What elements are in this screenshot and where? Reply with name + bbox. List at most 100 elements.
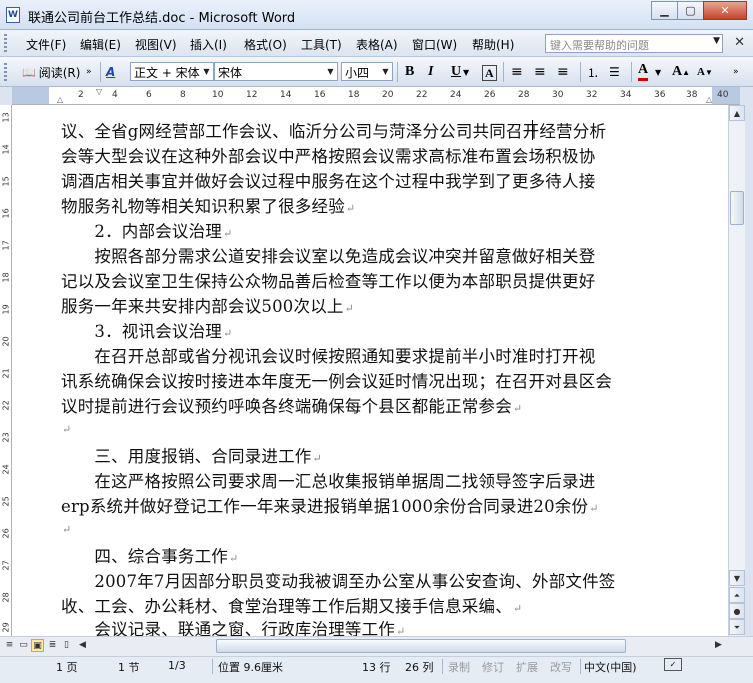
menu-help[interactable]: 帮助(H) — [472, 36, 514, 53]
vruler-number: 14 — [1, 144, 11, 155]
numbered-list-icon[interactable]: ⒈ — [587, 62, 599, 82]
character-border-button[interactable]: A — [482, 65, 497, 81]
scroll-down-button[interactable]: ▼ — [729, 570, 745, 586]
text-line[interactable]: 记以及会议室卫生保持公众物品善后检查等工作以便为本部职员提供更好 — [61, 268, 596, 294]
hanging-indent-icon[interactable]: △ — [57, 95, 63, 104]
status-record[interactable]: 录制 — [448, 659, 470, 675]
text-line[interactable]: 议、全省g网经营部工作会议、临沂分公司与菏泽分公司共同召开经营分析 — [61, 118, 607, 144]
next-page-button[interactable]: ⏷ — [729, 619, 745, 635]
reading-layout-button[interactable]: 📖 阅读(R) — [22, 62, 80, 82]
reading-view-icon[interactable]: ▯ — [60, 639, 73, 652]
toolbar-gripper-icon[interactable] — [4, 63, 7, 81]
vertical-scrollbar[interactable]: ▲ ▼ ⏶ ● ⏷ — [728, 105, 745, 636]
align-center-icon[interactable]: ≡ — [534, 62, 546, 82]
chevron-down-icon[interactable]: ▼ — [201, 64, 212, 79]
scroll-up-button[interactable]: ▲ — [729, 105, 745, 121]
vertical-scroll-thumb[interactable] — [730, 191, 744, 225]
chevron-down-icon[interactable]: ▼ — [325, 64, 336, 79]
status-column[interactable]: 26 列 — [405, 659, 434, 675]
bullet-list-icon[interactable]: ☰ — [609, 62, 620, 82]
toolbar-overflow-icon[interactable]: » — [86, 62, 92, 82]
status-page[interactable]: 1 页 — [56, 659, 78, 675]
status-line[interactable]: 13 行 — [362, 659, 391, 675]
horizontal-scroll-thumb[interactable] — [216, 639, 626, 653]
status-language[interactable]: 中文(中国) — [584, 659, 637, 675]
vertical-ruler[interactable]: 13 14 15 16 17 18 19 20 21 22 23 24 25 2… — [0, 105, 12, 636]
align-right-icon[interactable]: ≡ — [557, 62, 569, 82]
text-line[interactable]: 会等大型会议在这种外部会议中严格按照会议需求高标准布置会场积极协 — [61, 143, 596, 169]
text-line[interactable]: erp系统并做好登记工作一年来录进报销单据1000余份合同录进20余份↵ — [61, 493, 599, 519]
text-line[interactable]: ↵ — [61, 418, 71, 444]
text-line[interactable]: 议时提前进行会议预约呼唤各终端确保每个县区都能正常参会↵ — [61, 393, 522, 419]
line-text: 会议记录、联通之窗、行政库治理等工作 — [61, 620, 395, 636]
style-combo[interactable]: 正文 + 宋体 ▼ — [130, 62, 214, 81]
font-combo[interactable]: 宋体 ▼ — [214, 62, 338, 81]
text-line[interactable]: 2007年7月因部分职员变动我被调至办公室从事公安查询、外部文件签 — [61, 568, 617, 594]
text-line[interactable]: 三、用度报销、合同录进工作↵ — [61, 443, 322, 469]
maximize-button[interactable]: ▢ — [677, 1, 704, 20]
spelling-check-icon[interactable]: ✓ — [664, 658, 682, 671]
styles-pane-icon[interactable]: A — [106, 62, 115, 82]
line-text: 服务一年来共安排内部会议500次以上 — [61, 297, 344, 316]
text-line[interactable]: 在这严格按照公司要求周一汇总收集报销单据周二找领导签字后录进 — [61, 468, 596, 494]
previous-page-button[interactable]: ⏶ — [729, 587, 745, 603]
document-page[interactable]: 议、全省g网经营部工作会议、临沂分公司与菏泽分公司共同召开经营分析 会等大型会议… — [12, 105, 728, 636]
menu-edit[interactable]: 编辑(E) — [80, 36, 121, 53]
shrink-font-label: A — [697, 66, 705, 78]
minimize-button[interactable]: ▁ — [651, 1, 678, 20]
status-page-of[interactable]: 1/3 — [168, 659, 186, 672]
text-line[interactable]: 物服务礼物等相关知识积累了很多经验↵ — [61, 193, 355, 219]
word-app-icon[interactable]: W — [6, 7, 20, 23]
normal-view-icon[interactable]: ≡ — [3, 639, 16, 652]
text-line[interactable]: 3．视讯会议治理↵ — [61, 318, 232, 344]
menu-table[interactable]: 表格(A) — [356, 36, 398, 53]
web-view-icon[interactable]: ▭ — [17, 639, 30, 652]
bold-button[interactable]: B — [405, 62, 414, 82]
menu-view[interactable]: 视图(V) — [135, 36, 177, 53]
menu-file[interactable]: 文件(F) — [26, 36, 66, 53]
status-position[interactable]: 位置 9.6厘米 — [218, 659, 283, 675]
status-section[interactable]: 1 节 — [118, 659, 140, 675]
first-line-indent-icon[interactable]: ▽ — [96, 87, 102, 96]
toolbar-overflow-icon[interactable]: » — [733, 62, 739, 82]
status-overtype[interactable]: 改写 — [550, 659, 572, 675]
text-line[interactable]: 会议记录、联通之窗、行政库治理等工作↵ — [61, 616, 405, 636]
grow-font-button[interactable]: A ▲ — [672, 62, 690, 82]
italic-button[interactable]: I — [428, 62, 433, 82]
menu-window[interactable]: 窗口(W) — [412, 36, 457, 53]
menu-insert[interactable]: 插入(I) — [190, 36, 227, 53]
font-size-combo[interactable]: 小四 ▼ — [341, 62, 393, 81]
align-justify-icon[interactable]: ≡ — [511, 62, 523, 82]
menu-gripper-icon[interactable] — [4, 34, 7, 52]
status-track[interactable]: 修订 — [482, 659, 504, 675]
help-search-input[interactable]: 键入需要帮助的问题 ▼ — [545, 34, 723, 53]
outline-view-icon[interactable]: ≣ — [46, 639, 59, 652]
document-close-icon[interactable]: ✕ — [734, 35, 745, 50]
chevron-down-icon[interactable]: ▼ — [713, 36, 720, 46]
text-line[interactable]: 按照各部分需求公道安排会议室以免造成会议冲突并留意做好相关登 — [61, 243, 596, 269]
text-line[interactable]: 2．内部会议治理↵ — [61, 218, 232, 244]
right-indent-icon[interactable]: △ — [706, 95, 712, 104]
underline-button[interactable]: U — [451, 62, 461, 82]
chevron-down-icon[interactable]: ▼ — [380, 64, 391, 79]
print-view-icon[interactable]: ▣ — [31, 639, 44, 652]
menu-tools[interactable]: 工具(T) — [301, 36, 342, 53]
horizontal-ruler[interactable]: ▽ △ 2 4 6 8 10 12 14 16 18 20 22 24 26 2… — [12, 87, 740, 105]
close-button[interactable]: ✕ — [703, 1, 747, 20]
status-extend[interactable]: 扩展 — [516, 659, 538, 675]
text-line[interactable]: 调酒店相关事宜并做好会议过程中服务在这个过程中我学到了更多待人接 — [61, 168, 596, 194]
chevron-down-icon[interactable]: ▼ — [463, 62, 469, 82]
font-color-button[interactable]: A — [638, 62, 649, 81]
select-browse-object-button[interactable]: ● — [729, 603, 745, 619]
text-line[interactable]: 服务一年来共安排内部会议500次以上↵ — [61, 293, 354, 319]
text-line[interactable]: ↵ — [61, 518, 71, 544]
text-line[interactable]: 在召开总部或省分视讯会议时候按照通知要求提前半小时准时打开视 — [61, 343, 596, 369]
chevron-down-icon[interactable]: ▼ — [655, 62, 661, 82]
menu-format[interactable]: 格式(O) — [244, 36, 287, 53]
scroll-right-icon[interactable]: ▶ — [712, 639, 725, 652]
text-line[interactable]: 讯系统确保会议按时接进本年度无一例会议延时情况出现；在召开对县区会 — [61, 368, 613, 394]
scroll-left-icon[interactable]: ◀ — [76, 639, 89, 652]
text-line[interactable]: 四、综合事务工作↵ — [61, 543, 238, 569]
horizontal-scrollbar[interactable]: ≡ ▭ ▣ ≣ ▯ ◀ ▶ — [0, 636, 753, 656]
shrink-font-button[interactable]: A ▼ — [697, 62, 713, 82]
